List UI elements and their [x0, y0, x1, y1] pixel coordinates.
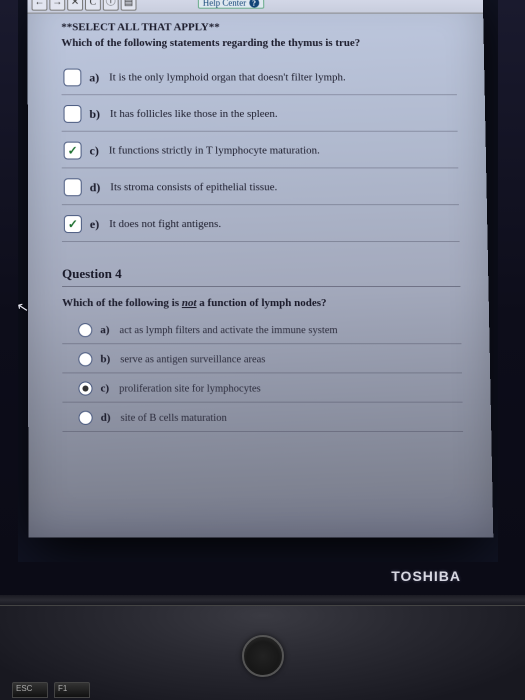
option-divider: [62, 241, 460, 242]
option-text: Its stroma consists of epithelial tissue…: [110, 181, 277, 193]
forward-button[interactable]: →: [49, 0, 65, 11]
option-text: act as lymph filters and activate the im…: [119, 325, 337, 336]
back-button[interactable]: ←: [32, 0, 48, 11]
q4-prompt-not: not: [182, 297, 197, 309]
laptop-screen: ← → ✕ C ⓘ ▤ Help Center ? **SELECT ALL T…: [28, 0, 494, 538]
radio[interactable]: [78, 381, 92, 395]
option-text: It functions strictly in T lymphocyte ma…: [109, 145, 320, 157]
option-letter: a): [89, 70, 99, 85]
radio[interactable]: [78, 352, 92, 366]
option-letter: c): [101, 382, 110, 394]
help-center-link[interactable]: Help Center ?: [198, 0, 264, 9]
radio[interactable]: [78, 323, 92, 337]
key-f1[interactable]: F1: [54, 682, 90, 698]
option-letter: b): [89, 107, 100, 122]
q3-option[interactable]: b) It has follicles like those in the spl…: [62, 95, 458, 131]
option-letter: a): [100, 324, 109, 336]
stop-button[interactable]: ✕: [67, 0, 83, 11]
checkbox[interactable]: [63, 69, 81, 87]
option-letter: c): [90, 143, 99, 158]
key-esc[interactable]: ESC: [12, 682, 48, 698]
help-center-label: Help Center: [203, 0, 246, 8]
reload-button[interactable]: C: [85, 0, 101, 11]
laptop-hinge: [0, 595, 525, 605]
q4-option[interactable]: a) act as lymph filters and activate the …: [62, 315, 461, 343]
option-letter: d): [90, 180, 101, 195]
photo-scene: ← → ✕ C ⓘ ▤ Help Center ? **SELECT ALL T…: [0, 0, 525, 700]
q4-option[interactable]: c) proliferation site for lymphocytes: [62, 373, 462, 401]
option-text: It does not fight antigens.: [109, 218, 221, 230]
quiz-page: **SELECT ALL THAT APPLY** Which of the f…: [28, 14, 492, 432]
option-letter: d): [101, 412, 111, 424]
q3-prompt: Which of the following statements regard…: [61, 37, 456, 49]
info-icon[interactable]: ⓘ: [103, 0, 119, 11]
q3-option[interactable]: a) It is the only lymphoid organ that doe…: [61, 59, 457, 94]
q3-option[interactable]: d) Its stroma consists of epithelial tiss…: [62, 168, 459, 204]
checkbox[interactable]: [64, 178, 82, 196]
option-text: site of B cells maturation: [121, 412, 227, 423]
brand-label: TOSHIBA: [391, 568, 461, 584]
power-button[interactable]: [242, 635, 284, 677]
option-text: proliferation site for lymphocytes: [119, 383, 261, 394]
q3-instruction: **SELECT ALL THAT APPLY**: [61, 21, 455, 33]
option-text: It has follicles like those in the splee…: [110, 108, 278, 120]
radio[interactable]: [79, 411, 93, 425]
q4-option[interactable]: d) site of B cells maturation: [62, 403, 463, 431]
q3-option[interactable]: e) It does not fight antigens.: [62, 205, 460, 241]
option-divider: [62, 431, 463, 432]
option-letter: b): [100, 353, 110, 365]
keyboard-row: ESC F1: [12, 682, 90, 698]
q4-prompt-pre: Which of the following is: [62, 297, 182, 309]
option-text: serve as antigen surveillance areas: [120, 354, 265, 365]
q3-option[interactable]: c) It functions strictly in T lymphocyte …: [62, 132, 459, 168]
q4-prompt-post: a function of lymph nodes?: [196, 297, 326, 309]
page-icon: ▤: [121, 0, 137, 11]
checkbox[interactable]: [64, 105, 82, 123]
q4-prompt: Which of the following is not a function…: [62, 297, 461, 309]
q4-heading: Question 4: [62, 262, 460, 287]
option-text: It is the only lymphoid organ that doesn…: [109, 72, 346, 84]
browser-toolbar: ← → ✕ C ⓘ ▤ Help Center ?: [28, 0, 484, 14]
checkbox[interactable]: [64, 215, 82, 233]
option-letter: e): [90, 217, 99, 232]
help-icon: ?: [249, 0, 259, 8]
q4-option[interactable]: b) serve as antigen surveillance areas: [62, 344, 462, 372]
checkbox[interactable]: [64, 142, 82, 160]
